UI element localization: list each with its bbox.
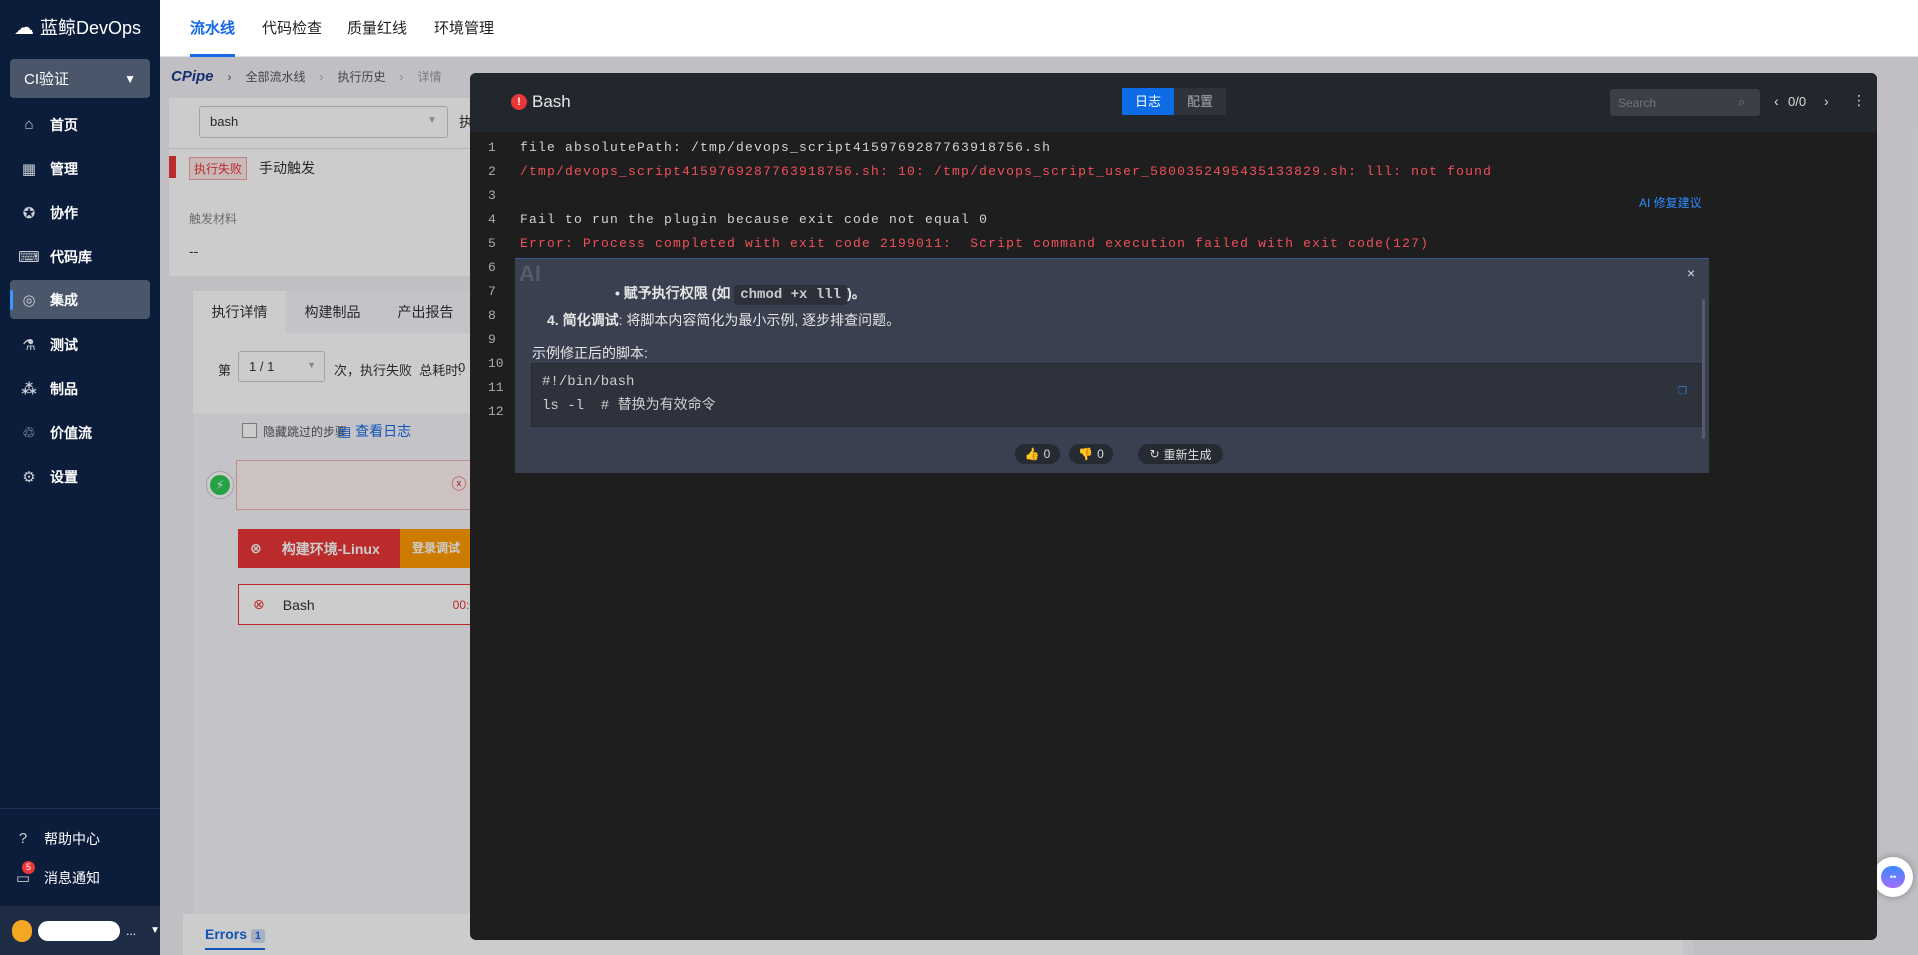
caret-down-icon: ▼ bbox=[150, 925, 160, 936]
sidebar-item-repo[interactable]: ⌨ 代码库 bbox=[10, 237, 150, 276]
sidebar-item-ci[interactable]: ◎ 集成 bbox=[10, 280, 150, 319]
next-match-button[interactable]: › bbox=[1824, 93, 1829, 109]
collab-icon: ✪ bbox=[22, 204, 36, 222]
line-number: 8 bbox=[488, 308, 496, 323]
line-number: 7 bbox=[488, 284, 496, 299]
sidebar-divider bbox=[0, 808, 160, 809]
sidebar-item-test[interactable]: ⚗ 测试 bbox=[10, 325, 150, 364]
logo[interactable]: ☁ 蓝鲸DevOps bbox=[14, 14, 141, 40]
log-line: Error: Process completed with exit code … bbox=[520, 236, 1430, 251]
regenerate-button[interactable]: ↻ 重新生成 bbox=[1138, 444, 1223, 464]
test-icon: ⚗ bbox=[22, 336, 36, 354]
close-icon[interactable]: × bbox=[1687, 265, 1695, 281]
log-line: /tmp/devops_script4159769287763918756.sh… bbox=[520, 164, 1493, 179]
gear-icon: ⚙ bbox=[22, 468, 36, 486]
modal-header: ! Bash 日志 配置 ⌕ ‹ 0/0 › ⋮ bbox=[470, 73, 1877, 132]
sidebar-item-artifact[interactable]: ⁂ 制品 bbox=[10, 369, 150, 408]
artifact-icon: ⁂ bbox=[21, 380, 37, 398]
help-icon: ? bbox=[18, 830, 28, 847]
ci-icon: ◎ bbox=[22, 291, 36, 309]
ai-logo-icon: AI bbox=[519, 261, 541, 286]
line-number: 3 bbox=[488, 188, 496, 203]
sidebar-item-valuestream[interactable]: ♲ 价值流 bbox=[10, 413, 150, 452]
sidebar-item-collab[interactable]: ✪ 协作 bbox=[10, 193, 150, 232]
sidebar: ☁ 蓝鲸DevOps CI验证 ▼ ⌂ 首页 ▦ 管理 ✪ 协作 ⌨ 代码库 ◎ 集成 ⚗ 测试… bbox=[0, 0, 160, 955]
error-icon: ! bbox=[511, 94, 527, 110]
cloud-logo-icon: ☁ bbox=[14, 16, 34, 39]
avatar bbox=[12, 919, 33, 942]
notify-badge: 5 bbox=[22, 860, 35, 874]
sidebar-item-home[interactable]: ⌂ 首页 bbox=[10, 105, 150, 144]
tab-config[interactable]: 配置 bbox=[1174, 88, 1226, 115]
project-selector[interactable]: CI验证 ▼ bbox=[10, 59, 150, 98]
more-menu-icon[interactable]: ⋮ bbox=[1852, 92, 1866, 109]
line-number: 1 bbox=[488, 140, 496, 155]
suggestion-step4: 4. 简化调试: 将脚本内容简化为最小示例, 逐步排查问题。 bbox=[547, 312, 901, 328]
line-number: 4 bbox=[488, 212, 496, 227]
robot-icon: •• bbox=[1881, 866, 1905, 888]
tab-environment[interactable]: 环境管理 bbox=[434, 0, 494, 57]
prev-match-button[interactable]: ‹ bbox=[1774, 93, 1779, 109]
modal-title: Bash bbox=[532, 92, 571, 111]
thumbs-down-icon: 👎 bbox=[1078, 447, 1094, 461]
like-button[interactable]: 👍 0 bbox=[1015, 444, 1060, 464]
caret-down-icon: ▼ bbox=[124, 71, 136, 86]
line-number: 11 bbox=[488, 380, 504, 395]
log-modal: ! Bash 日志 配置 ⌕ ‹ 0/0 › ⋮ 1 file absoluteP… bbox=[470, 73, 1877, 940]
ai-fix-link[interactable]: AI 修复建议 bbox=[1639, 194, 1702, 211]
tab-pipeline[interactable]: 流水线 bbox=[190, 0, 236, 57]
tab-code-check[interactable]: 代码检查 bbox=[262, 0, 322, 57]
repo-icon: ⌨ bbox=[18, 248, 40, 266]
sidebar-item-manage[interactable]: ▦ 管理 bbox=[10, 149, 150, 188]
help-center[interactable]: ? 帮助中心 bbox=[4, 819, 144, 858]
line-number: 9 bbox=[488, 332, 496, 347]
valuestream-icon: ♲ bbox=[22, 424, 36, 442]
log-line: Fail to run the plugin because exit code… bbox=[520, 212, 989, 227]
manage-icon: ▦ bbox=[21, 160, 37, 178]
refresh-icon: ↻ bbox=[1149, 447, 1160, 461]
tab-quality-gate[interactable]: 质量红线 bbox=[347, 0, 407, 57]
panel-scrollbar[interactable] bbox=[1702, 299, 1705, 439]
thumbs-up-icon: 👍 bbox=[1024, 447, 1040, 461]
tab-log[interactable]: 日志 bbox=[1122, 88, 1174, 115]
user-menu[interactable]: ... ▼ bbox=[0, 906, 160, 955]
copy-icon[interactable]: ❐ bbox=[1678, 380, 1687, 399]
sidebar-item-settings[interactable]: ⚙ 设置 bbox=[10, 457, 150, 496]
line-number: 2 bbox=[488, 164, 496, 179]
line-number: 12 bbox=[488, 404, 504, 419]
ai-assistant-button[interactable]: •• bbox=[1873, 857, 1913, 897]
notifications[interactable]: ▭ 5 消息通知 bbox=[4, 858, 144, 897]
top-nav: 流水线 代码检查 质量红线 环境管理 bbox=[160, 0, 1918, 57]
match-count: 0/0 bbox=[1788, 94, 1807, 109]
line-number: 6 bbox=[488, 260, 496, 275]
code-block: #!/bin/bash ls -l # 替换为有效命令 ❐ bbox=[531, 363, 1704, 427]
log-line: file absolutePath: /tmp/devops_script415… bbox=[520, 140, 1052, 155]
line-number: 5 bbox=[488, 236, 496, 251]
ai-suggestion-panel: AI × • 赋予执行权限 (如 chmod +x lll)。 4. 简化调试:… bbox=[515, 258, 1709, 473]
line-number: 10 bbox=[488, 356, 504, 371]
message-icon: ▭ 5 bbox=[14, 860, 35, 887]
username-redacted bbox=[38, 920, 121, 941]
suggestion-bullet: • 赋予执行权限 (如 chmod +x lll)。 bbox=[615, 285, 866, 305]
dislike-button[interactable]: 👎 0 bbox=[1069, 444, 1113, 464]
home-icon: ⌂ bbox=[24, 116, 34, 133]
search-icon: ⌕ bbox=[1738, 94, 1746, 109]
